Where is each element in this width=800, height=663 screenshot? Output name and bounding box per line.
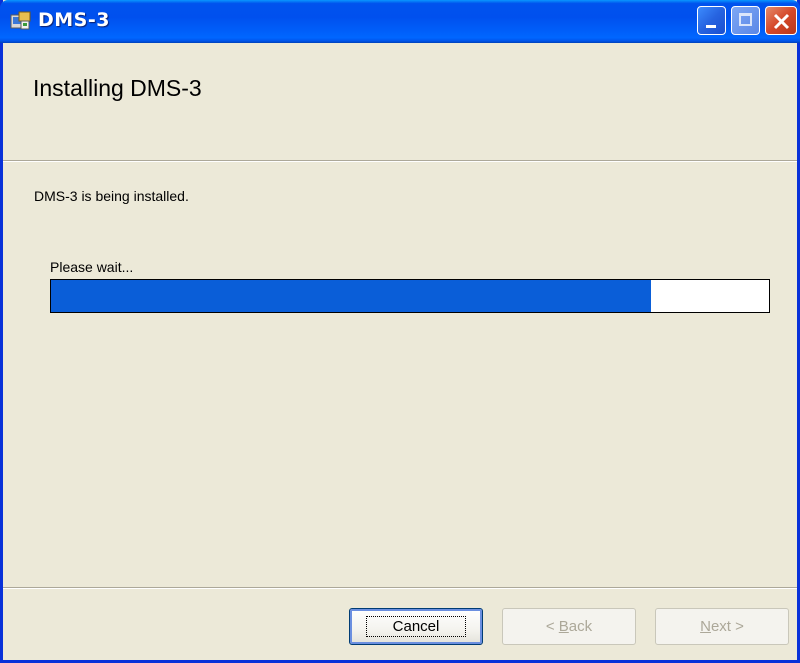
cancel-button-label: Cancel [365, 616, 467, 637]
minimize-button[interactable] [697, 6, 726, 35]
minimize-icon [706, 25, 716, 28]
maximize-icon [739, 13, 752, 26]
next-button-label: Next > [700, 618, 744, 635]
back-button: < Back [502, 608, 636, 645]
window-title: DMS-3 [38, 9, 110, 31]
installer-window: DMS-3 Installing DMS-3 DMS-3 is being in… [0, 0, 800, 663]
next-button: Next > [655, 608, 789, 645]
wait-label: Please wait... [50, 259, 134, 275]
page-title: Installing DMS-3 [33, 75, 202, 101]
progress-fill [51, 280, 651, 312]
close-icon [773, 13, 790, 30]
header-banner: Installing DMS-3 [3, 43, 797, 162]
footer-divider [3, 587, 797, 589]
title-bar[interactable]: DMS-3 [0, 0, 800, 43]
install-status-text: DMS-3 is being installed. [34, 188, 189, 204]
close-button[interactable] [765, 6, 797, 35]
cancel-button[interactable]: Cancel [349, 608, 483, 645]
maximize-button [731, 6, 760, 35]
back-button-label: < Back [545, 618, 593, 635]
install-progress-bar [50, 279, 770, 313]
installer-icon [10, 11, 32, 31]
